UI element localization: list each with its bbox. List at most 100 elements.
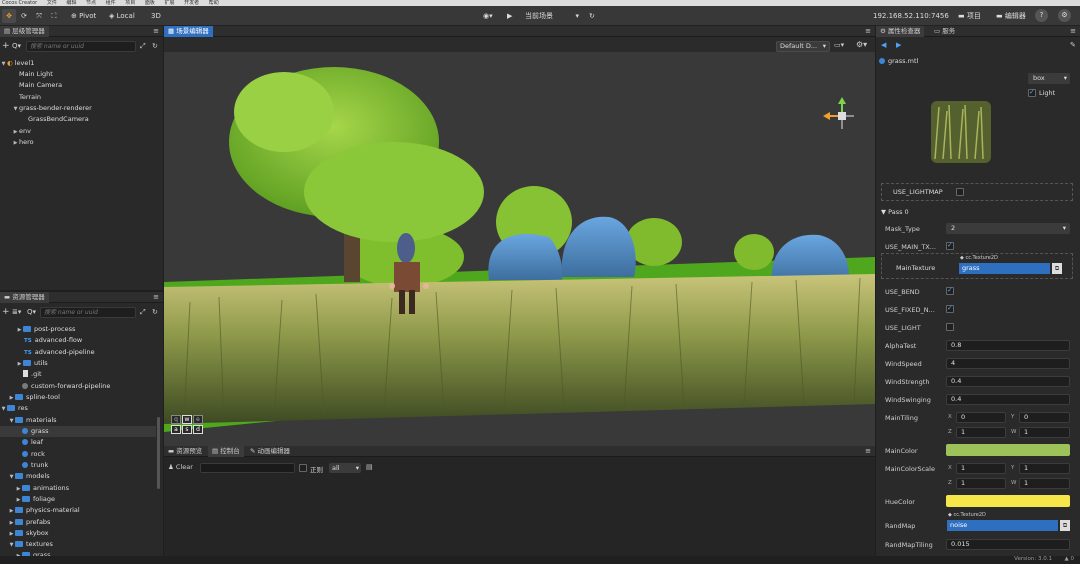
project-button[interactable]: ▬ 项目: [955, 9, 984, 23]
tree-item-hero[interactable]: ▶ hero: [12, 137, 34, 148]
scene-display-icon[interactable]: ▭▾: [834, 41, 844, 49]
console-filter-input[interactable]: [200, 463, 295, 473]
asset-item-foliage[interactable]: ▶ foliage: [15, 494, 55, 505]
main-color-scale-x[interactable]: 1: [956, 463, 1006, 474]
expand-all-icon[interactable]: ⤢: [140, 308, 146, 317]
refresh-icon[interactable]: ↻: [586, 9, 598, 23]
axis-gizmo-icon[interactable]: [822, 96, 862, 136]
hierarchy-search-input[interactable]: 搜索 name or uuid: [26, 41, 136, 52]
preview-light-checkbox[interactable]: [1028, 88, 1036, 97]
play-button-icon[interactable]: ▶: [504, 9, 515, 23]
tab-console[interactable]: ▤ 控制台: [208, 446, 244, 457]
use-fixed-checkbox[interactable]: [946, 304, 954, 313]
main-tiling-z[interactable]: 1: [956, 427, 1006, 438]
camera-select[interactable]: Default D... ▾: [776, 41, 830, 52]
expand-all-icon[interactable]: ⤢: [140, 42, 146, 51]
refresh-icon[interactable]: ↻: [152, 308, 158, 316]
settings-icon[interactable]: ⚙: [1058, 9, 1071, 22]
tab-hierarchy[interactable]: ▤ 层级管理器: [0, 26, 49, 37]
tab-animation-editor[interactable]: ✎ 动画编辑器: [246, 446, 294, 457]
log-file-icon[interactable]: ▤: [366, 463, 373, 471]
asset-item-rock[interactable]: rock: [22, 449, 45, 460]
search-filter-icon[interactable]: Q▾: [12, 42, 21, 50]
asset-item-leaf[interactable]: leaf: [22, 437, 43, 448]
tree-item-grass-bend-camera[interactable]: GrassBendCamera: [21, 114, 89, 125]
help-icon[interactable]: ?: [1035, 9, 1048, 22]
main-tiling-w[interactable]: 1: [1019, 427, 1070, 438]
use-light-checkbox[interactable]: [946, 323, 954, 331]
asset-item-grass-material[interactable]: grass: [0, 426, 156, 437]
tab-scene-editor[interactable]: ▦ 场景编辑器: [164, 26, 213, 37]
panel-menu-icon[interactable]: ≡: [153, 26, 159, 37]
forward-arrow-icon[interactable]: ▶: [896, 41, 901, 49]
scene-settings-icon[interactable]: ⚙▾: [856, 40, 867, 49]
pin-icon[interactable]: ✎: [1070, 41, 1076, 49]
asset-item-utils[interactable]: ▶ utils: [16, 358, 48, 369]
asset-item-physics-material[interactable]: ▶ physics-material: [8, 505, 80, 516]
rand-map-tiling-input[interactable]: 0.015: [946, 539, 1070, 550]
assets-search-input[interactable]: 搜索 name or uuid: [40, 307, 136, 318]
main-color-scale-y[interactable]: 1: [1019, 463, 1070, 474]
rect-tool-icon[interactable]: ⛶: [47, 9, 61, 23]
add-node-icon[interactable]: +: [2, 41, 10, 51]
asset-item-animations[interactable]: ▶ animations: [15, 483, 70, 494]
rotate-tool-icon[interactable]: ⟳: [17, 9, 31, 23]
tree-item-terrain[interactable]: Terrain: [12, 92, 41, 103]
preview-shape-select[interactable]: box ▾: [1028, 73, 1070, 84]
clear-button[interactable]: ♟ Clear: [168, 463, 193, 471]
tree-item-main-camera[interactable]: Main Camera: [12, 80, 62, 91]
main-tiling-y[interactable]: 0: [1019, 412, 1070, 423]
alpha-test-input[interactable]: 0.8: [946, 340, 1070, 351]
panel-menu-icon[interactable]: ≡: [1070, 26, 1076, 37]
asset-item-models[interactable]: ▼ models: [8, 471, 50, 482]
asset-item-prefabs[interactable]: ▶ prefabs: [8, 517, 51, 528]
main-color-scale-z[interactable]: 1: [956, 478, 1006, 489]
tree-item-main-light[interactable]: Main Light: [12, 69, 53, 80]
refresh-icon[interactable]: ↻: [152, 42, 158, 50]
asset-picker-icon[interactable]: ⧉: [1060, 520, 1070, 531]
asset-picker-icon[interactable]: ⧉: [1052, 263, 1062, 274]
assets-scrollbar[interactable]: [157, 417, 160, 489]
add-asset-icon[interactable]: +: [2, 307, 10, 317]
main-tiling-x[interactable]: 0: [956, 412, 1006, 423]
use-lightmap-checkbox[interactable]: [956, 188, 964, 196]
tree-item-env[interactable]: ▶ env: [12, 126, 31, 137]
scale-tool-icon[interactable]: ⤧: [32, 9, 46, 23]
editor-button[interactable]: ▬ 编辑器: [993, 9, 1029, 23]
local-button[interactable]: ◈ Local: [106, 9, 138, 23]
preview-platform-icon[interactable]: ◉▾: [480, 9, 496, 23]
asset-item-advanced-pipeline[interactable]: TS advanced-pipeline: [24, 347, 95, 358]
asset-item-post-process[interactable]: ▶ post-process: [16, 324, 76, 335]
asset-item-trunk[interactable]: trunk: [22, 460, 48, 471]
asset-item-materials[interactable]: ▼ materials: [8, 415, 57, 426]
asset-item-textures[interactable]: ▼ textures: [8, 539, 53, 550]
panel-menu-icon[interactable]: ≡: [865, 446, 871, 457]
mask-type-select[interactable]: 2 ▾: [946, 223, 1070, 234]
wind-speed-input[interactable]: 4: [946, 358, 1070, 369]
scene-viewport[interactable]: q w e a s d: [164, 52, 875, 446]
wind-swinging-input[interactable]: 0.4: [946, 394, 1070, 405]
rand-map-field[interactable]: noise: [947, 520, 1058, 531]
tree-item-grass-bender-renderer[interactable]: ▼ grass-bender-renderer: [12, 103, 92, 114]
main-color-swatch[interactable]: [946, 444, 1070, 456]
log-level-select[interactable]: all ▾: [329, 463, 361, 473]
pivot-button[interactable]: ⊕ Pivot: [68, 9, 99, 23]
asset-item-git[interactable]: .git: [23, 369, 42, 380]
preview-ip-address[interactable]: 192.168.52.110:7456: [870, 9, 952, 23]
asset-item-skybox[interactable]: ▶ skybox: [8, 528, 49, 539]
asset-item-res[interactable]: ▼ res: [0, 403, 28, 414]
tab-services[interactable]: ▭ 服务: [930, 26, 959, 37]
use-bend-checkbox[interactable]: [946, 286, 954, 295]
asset-item-spline-tool[interactable]: ▶ spline-tool: [8, 392, 60, 403]
tab-asset-preview[interactable]: ▬ 资源预览: [164, 446, 206, 457]
asset-item-advanced-flow[interactable]: TS advanced-flow: [24, 335, 82, 346]
notification-icon[interactable]: ▲ 0: [1065, 556, 1074, 562]
wind-strength-input[interactable]: 0.4: [946, 376, 1070, 387]
hue-color-swatch[interactable]: [946, 495, 1070, 507]
tree-item-level1[interactable]: ▼ ◐ level1: [0, 58, 163, 69]
main-color-scale-w[interactable]: 1: [1019, 478, 1070, 489]
panel-menu-icon[interactable]: ≡: [153, 292, 159, 303]
panel-menu-icon[interactable]: ≡: [865, 26, 871, 37]
move-tool-icon[interactable]: ✥: [2, 9, 16, 23]
material-preview[interactable]: [921, 93, 1001, 171]
